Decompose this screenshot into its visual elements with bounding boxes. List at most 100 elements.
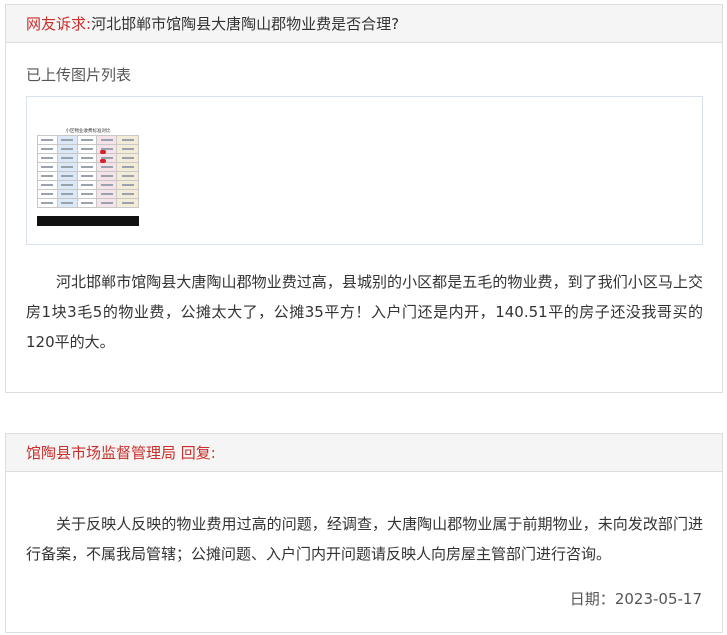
thumbnail-red-mark: [100, 159, 106, 163]
thumbnail-table-cell: [96, 198, 118, 208]
thumbnail-table-cell: [56, 171, 78, 181]
thumbnail-cell-text-line: [61, 184, 74, 186]
thumbnail-cell-text-line: [41, 193, 54, 195]
thumbnail-cell-text-line: [80, 175, 93, 177]
thumbnail-table-cell: [56, 162, 78, 172]
thumbnail-cell-text-line: [80, 139, 93, 141]
thumbnail-cell-text-line: [100, 193, 113, 195]
thumbnail-table-cell: [76, 198, 98, 208]
thumbnail-cell-text-line: [61, 202, 74, 204]
thumbnail-table-row: [37, 171, 139, 181]
complaint-header: 网友诉求: 河北邯郸市馆陶县大唐陶山郡物业费是否合理?: [6, 5, 722, 43]
thumbnail-table-cell: [116, 144, 139, 154]
thumbnail-cell-text-line: [41, 157, 54, 159]
thumbnail-table-cell: [76, 180, 98, 190]
attachment-thumbnail[interactable]: 小区物业收费标准对比: [37, 125, 139, 226]
thumbnail-table-cell: [116, 153, 139, 163]
reply-date: 2023-05-17: [614, 590, 702, 608]
reply-date-line: 日期：2023-05-17: [570, 588, 702, 609]
thumbnail-table-cell: [76, 162, 98, 172]
complaint-label: 网友诉求:: [26, 15, 92, 33]
thumbnail-table-cell: [37, 153, 58, 163]
thumbnail-table-row: [37, 135, 139, 145]
thumbnail-cell-text-line: [41, 175, 54, 177]
thumbnail-cell-text-line: [121, 139, 134, 141]
thumbnail-cell-text-line: [80, 148, 93, 150]
thumbnail-table-cell: [116, 189, 139, 199]
thumbnail-table-cell: [116, 180, 139, 190]
thumbnail-cell-text-line: [61, 157, 74, 159]
reply-panel: 馆陶县市场监督管理局 回复: 关于反映人反映的物业费用过高的问题，经调查，大唐陶…: [5, 433, 723, 633]
thumbnail-table-cell: [56, 198, 78, 208]
thumbnail-cell-text-line: [61, 148, 74, 150]
date-label: 日期：: [569, 590, 615, 608]
thumbnail-cell-text-line: [80, 157, 93, 159]
thumbnail-cell-text-line: [121, 193, 134, 195]
thumbnail-table-cell: [56, 135, 78, 145]
thumbnail-cell-text-line: [80, 202, 93, 204]
thumbnail-table-cell: [37, 162, 58, 172]
thumbnail-table-cell: [96, 135, 118, 145]
thumbnail-cell-text-line: [61, 175, 74, 177]
thumbnail-table-cell: [116, 162, 139, 172]
thumbnail-table-cell: [96, 171, 118, 181]
thumbnail-table-cell: [56, 153, 78, 163]
reply-header: 馆陶县市场监督管理局 回复:: [6, 434, 722, 472]
thumbnail-table-cell: [37, 144, 58, 154]
thumbnail-cell-text-line: [121, 148, 134, 150]
thumbnail-cell-text-line: [121, 202, 134, 204]
reply-body: 关于反映人反映的物业费用过高的问题，经调查，大唐陶山郡物业属于前期物业，未向发改…: [26, 515, 703, 563]
thumbnail-cell-text-line: [100, 184, 113, 186]
thumbnail-title-text: 小区物业收费标准对比: [65, 127, 111, 134]
thumbnail-cell-text-line: [100, 166, 113, 168]
thumbnail-cell-text-line: [121, 184, 134, 186]
thumbnail-table-cell: [116, 198, 139, 208]
thumbnail-table-cell: [76, 144, 98, 154]
thumbnail-table-cell: [76, 153, 98, 163]
thumbnail-table-row: [37, 189, 139, 199]
thumbnail-table-cell: [76, 171, 98, 181]
complaint-panel: 网友诉求: 河北邯郸市馆陶县大唐陶山郡物业费是否合理? 已上传图片列表 小区物业…: [5, 4, 723, 393]
thumbnail-cell-text-line: [121, 175, 134, 177]
thumbnail-cell-text-line: [41, 148, 54, 150]
thumbnail-table-cell: [116, 135, 139, 145]
thumbnail-table-cell: [96, 180, 118, 190]
thumbnail-table-cell: [37, 135, 58, 145]
thumbnail-table-cell: [76, 189, 98, 199]
uploaded-images-label: 已上传图片列表: [26, 66, 132, 84]
thumbnail-footer-bar: [37, 216, 139, 226]
thumbnail-cell-text-line: [41, 202, 54, 204]
thumbnail-cell-text-line: [100, 202, 113, 204]
thumbnail-table-cell: [76, 135, 98, 145]
thumbnail-cell-text-line: [41, 139, 54, 141]
thumbnail-table-cell: [37, 180, 58, 190]
thumbnail-cell-text-line: [41, 166, 54, 168]
thumbnail-table-cell: [56, 144, 78, 154]
thumbnail-table-row: [37, 153, 139, 163]
thumbnail-cell-text-line: [121, 166, 134, 168]
thumbnail-table-cell: [56, 180, 78, 190]
thumbnail-table-cell: [116, 171, 139, 181]
thumbnail-cell-text-line: [121, 157, 134, 159]
thumbnail-title: 小区物业收费标准对比: [37, 125, 139, 135]
thumbnail-table-cell: [37, 198, 58, 208]
thumbnail-table-row: [37, 162, 139, 172]
thumbnail-table-cell: [96, 162, 118, 172]
thumbnail-red-mark: [100, 150, 106, 154]
reply-label: 馆陶县市场监督管理局 回复:: [26, 444, 216, 462]
thumbnail-table-cell: [37, 171, 58, 181]
thumbnail-cell-text-line: [61, 193, 74, 195]
attachment-box: 小区物业收费标准对比: [26, 96, 703, 245]
thumbnail-cell-text-line: [100, 175, 113, 177]
thumbnail-table-row: [37, 198, 139, 208]
thumbnail-table-cell: [96, 189, 118, 199]
thumbnail-cell-text-line: [80, 193, 93, 195]
thumbnail-cell-text-line: [41, 184, 54, 186]
complaint-body: 河北邯郸市馆陶县大唐陶山郡物业费过高，县城别的小区都是五毛的物业费，到了我们小区…: [26, 273, 703, 351]
thumbnail-cell-text-line: [61, 166, 74, 168]
thumbnail-table-cell: [56, 189, 78, 199]
thumbnail-table-row: [37, 180, 139, 190]
thumbnail-cell-text-line: [80, 184, 93, 186]
thumbnail-table-row: [37, 144, 139, 154]
thumbnail-table-cell: [37, 189, 58, 199]
